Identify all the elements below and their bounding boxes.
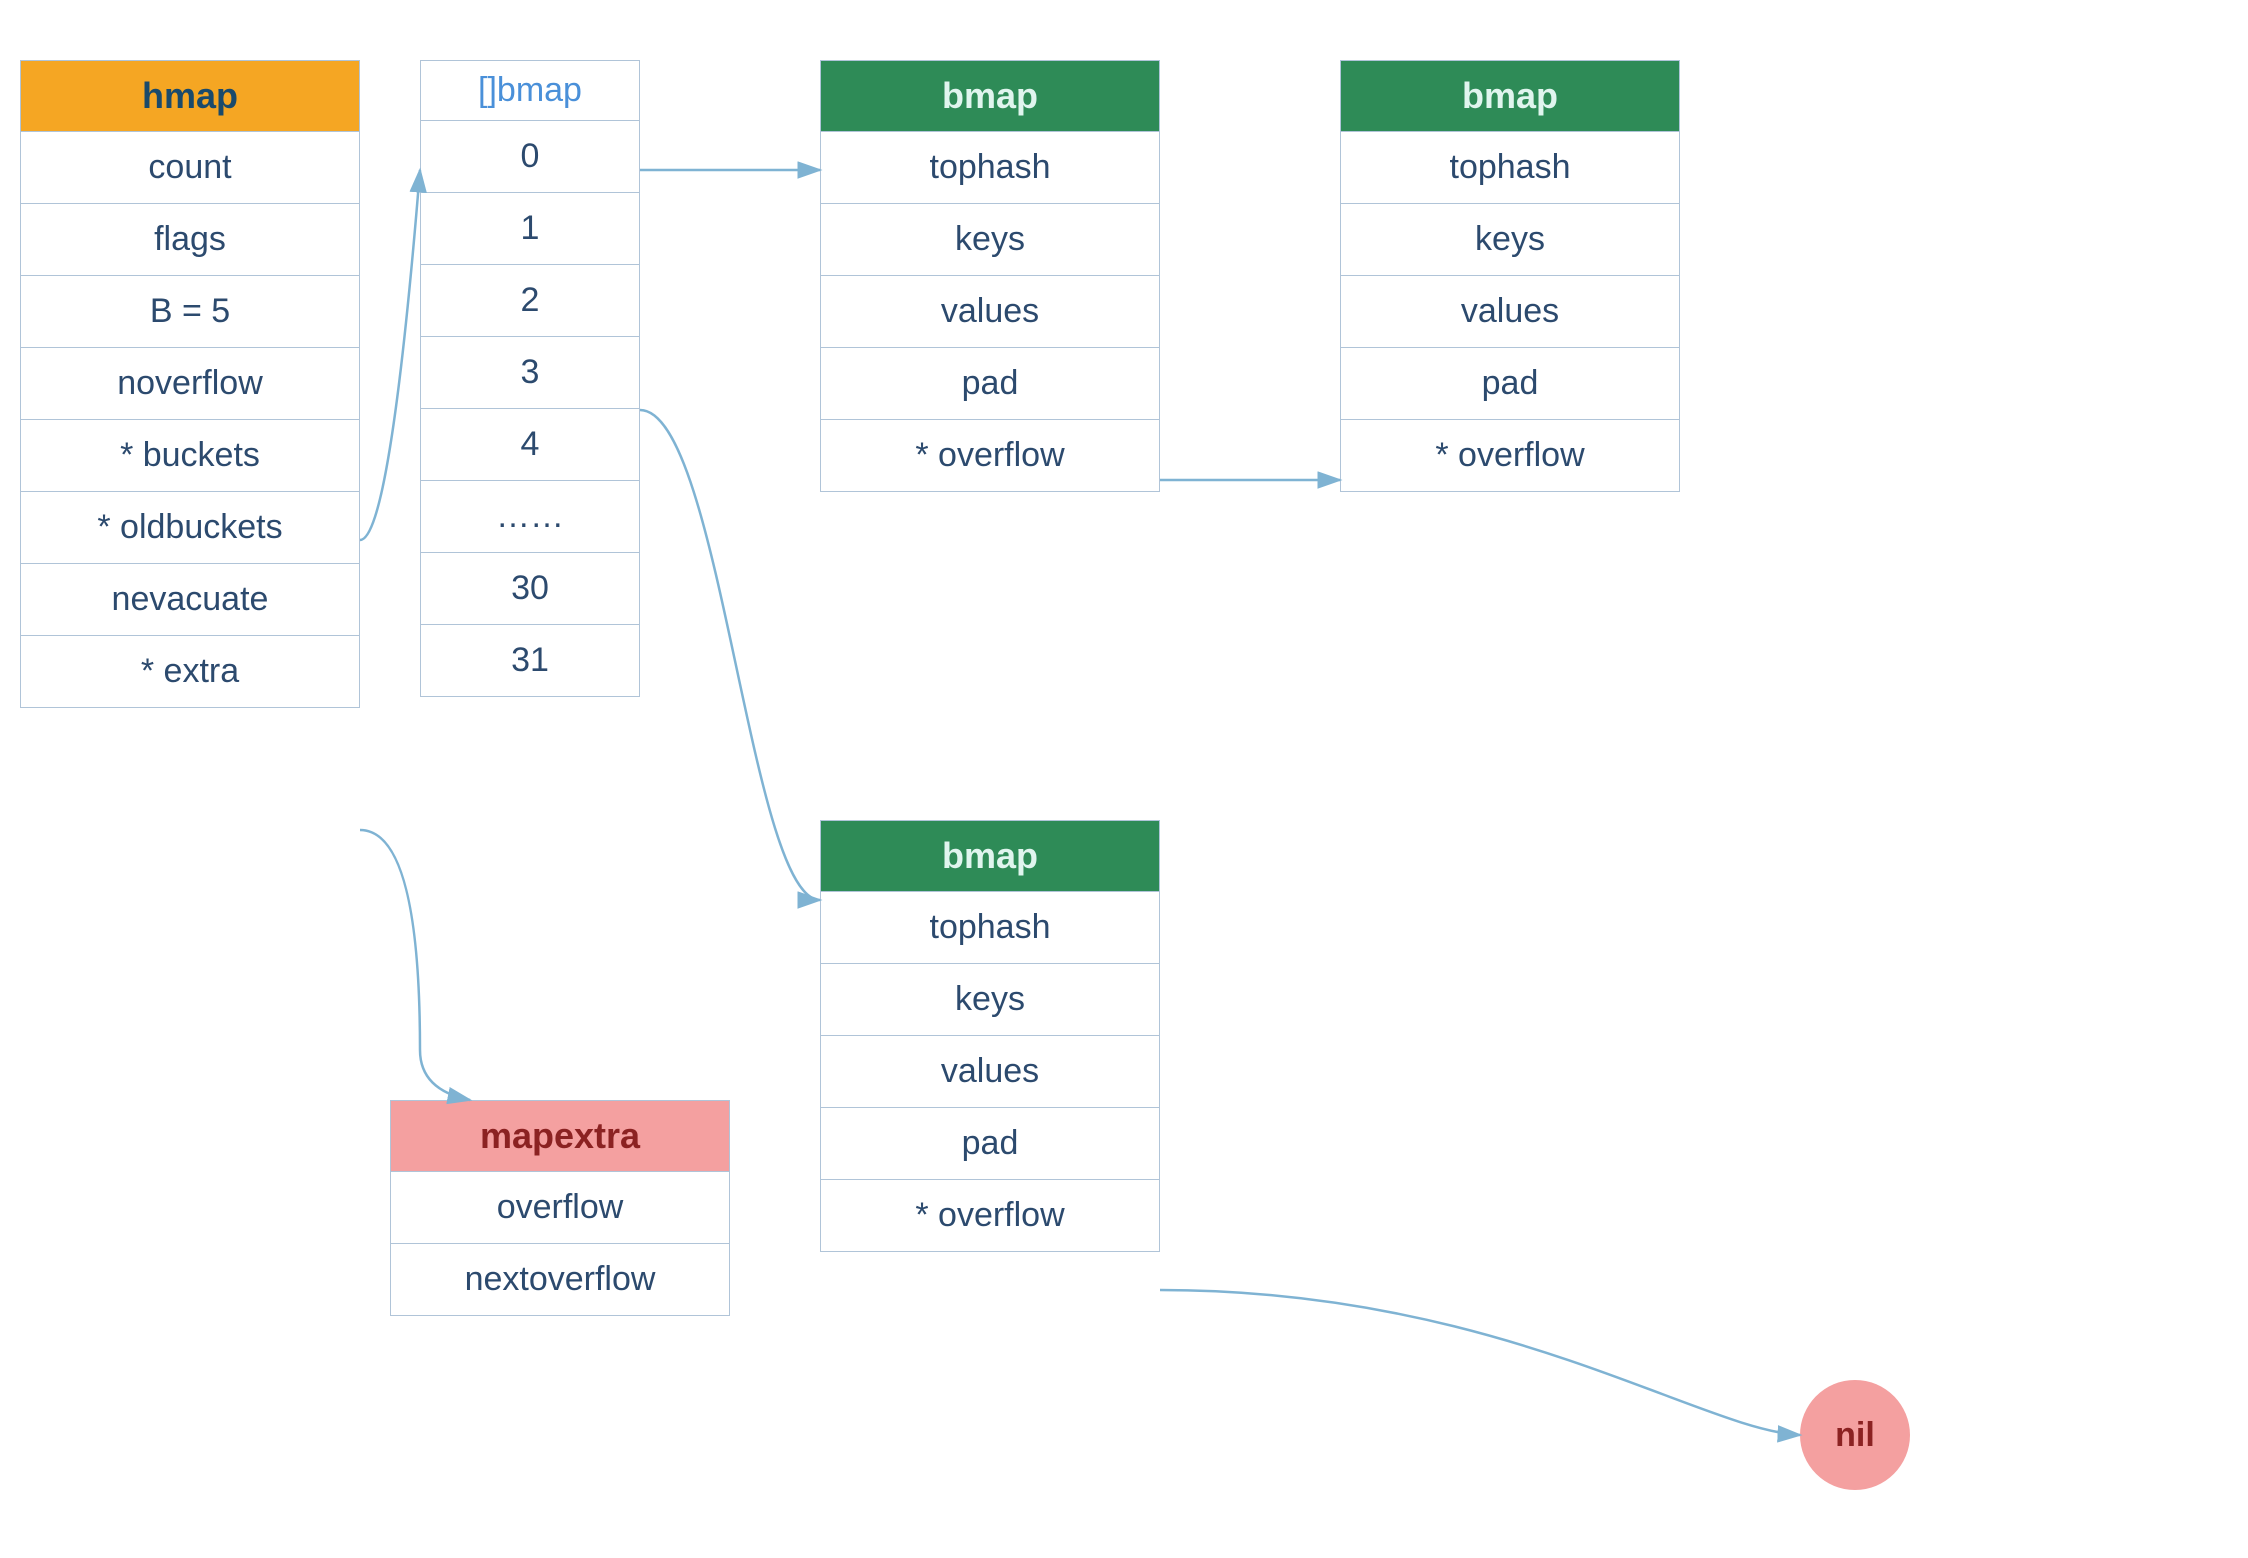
bmap1-header: bmap (821, 61, 1159, 131)
bmap3-field-overflow: * overflow (821, 1179, 1159, 1251)
hmap-field-flags: flags (21, 203, 359, 275)
hmap-field-nevacuate: nevacuate (21, 563, 359, 635)
hmap-field-count: count (21, 131, 359, 203)
diagram: hmap count flags B = 5 noverflow * bucke… (0, 0, 2248, 1558)
array-row-31: 31 (421, 624, 639, 696)
array-row-3: 3 (421, 336, 639, 408)
hmap-field-oldbuckets: * oldbuckets (21, 491, 359, 563)
bmap3-field-keys: keys (821, 963, 1159, 1035)
array-row-1: 1 (421, 192, 639, 264)
array-label: []bmap (421, 61, 639, 120)
hmap-field-extra: * extra (21, 635, 359, 707)
bmap1-field-overflow: * overflow (821, 419, 1159, 491)
array-row-30: 30 (421, 552, 639, 624)
array-row-4: 4 (421, 408, 639, 480)
bmap2-field-keys: keys (1341, 203, 1679, 275)
mapextra-box: mapextra overflow nextoverflow (390, 1100, 730, 1316)
bmap1-field-keys: keys (821, 203, 1159, 275)
bmap2-field-values: values (1341, 275, 1679, 347)
bmap2-field-overflow: * overflow (1341, 419, 1679, 491)
hmap-field-noverflow: noverflow (21, 347, 359, 419)
nil-circle: nil (1800, 1380, 1910, 1490)
hmap-field-buckets: * buckets (21, 419, 359, 491)
bmap2-field-pad: pad (1341, 347, 1679, 419)
bmap3-header: bmap (821, 821, 1159, 891)
hmap-box: hmap count flags B = 5 noverflow * bucke… (20, 60, 360, 708)
bmap2-field-tophash: tophash (1341, 131, 1679, 203)
bmap2-box: bmap tophash keys values pad * overflow (1340, 60, 1680, 492)
mapextra-header: mapextra (391, 1101, 729, 1171)
array-box: []bmap 0 1 2 3 4 …… 30 31 (420, 60, 640, 697)
bmap3-box: bmap tophash keys values pad * overflow (820, 820, 1160, 1252)
mapextra-field-overflow: overflow (391, 1171, 729, 1243)
bmap2-header: bmap (1341, 61, 1679, 131)
hmap-field-b: B = 5 (21, 275, 359, 347)
mapextra-field-nextoverflow: nextoverflow (391, 1243, 729, 1315)
array-row-dots: …… (421, 480, 639, 552)
bmap1-field-tophash: tophash (821, 131, 1159, 203)
bmap1-box: bmap tophash keys values pad * overflow (820, 60, 1160, 492)
array-row-2: 2 (421, 264, 639, 336)
bmap1-field-values: values (821, 275, 1159, 347)
nil-label: nil (1835, 1416, 1875, 1455)
hmap-header: hmap (21, 61, 359, 131)
array-row-0: 0 (421, 120, 639, 192)
bmap3-field-tophash: tophash (821, 891, 1159, 963)
bmap3-field-pad: pad (821, 1107, 1159, 1179)
bmap1-field-pad: pad (821, 347, 1159, 419)
bmap3-field-values: values (821, 1035, 1159, 1107)
